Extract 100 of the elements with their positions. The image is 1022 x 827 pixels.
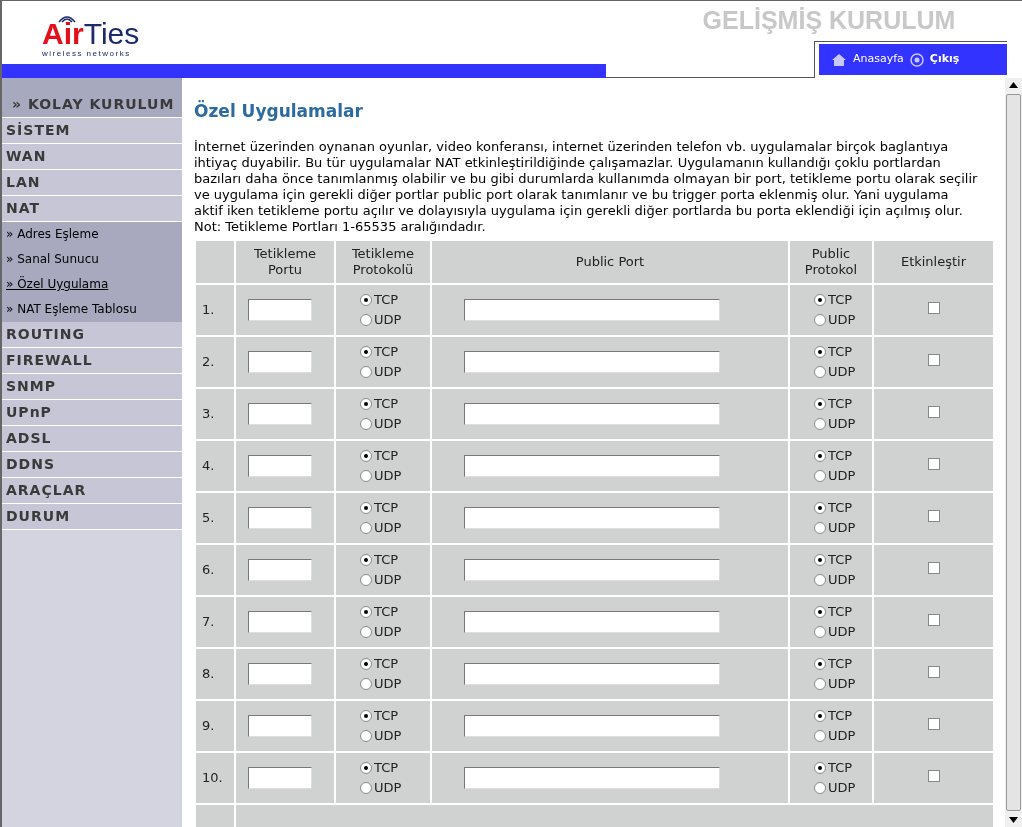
sidebar-item[interactable]: SİSTEM <box>2 118 182 144</box>
radio-button[interactable] <box>814 346 826 358</box>
public-port-input[interactable] <box>464 455 720 477</box>
public-port-input[interactable] <box>464 559 720 581</box>
radio-button[interactable] <box>814 782 826 794</box>
sidebar-subitem[interactable]: » Sanal Sunucu <box>2 247 182 272</box>
radio-button[interactable] <box>814 710 826 722</box>
sidebar-item[interactable]: » KOLAY KURULUM <box>2 90 182 118</box>
enable-checkbox[interactable] <box>927 302 940 315</box>
sidebar-item[interactable]: WAN <box>2 144 182 170</box>
radio-button[interactable] <box>814 574 826 586</box>
trigger-port-input[interactable] <box>248 351 312 373</box>
radio-button[interactable] <box>814 366 826 378</box>
sidebar-subitem[interactable]: » NAT Eşleme Tablosu <box>2 297 182 322</box>
radio-button[interactable] <box>360 450 372 462</box>
column-header: Etkinleştir <box>900 254 967 269</box>
public-port-input[interactable] <box>464 715 720 737</box>
radio-button[interactable] <box>360 346 372 358</box>
sidebar-subitem[interactable]: » Adres Eşleme <box>2 222 182 247</box>
sidebar-item[interactable]: NAT <box>2 196 182 222</box>
radio-button[interactable] <box>814 658 826 670</box>
enable-checkbox[interactable] <box>927 562 940 575</box>
radio-button[interactable] <box>360 522 372 534</box>
sidebar-item[interactable]: ROUTING <box>2 322 182 348</box>
enable-checkbox[interactable] <box>927 614 940 627</box>
trigger-port-input[interactable] <box>248 611 312 633</box>
enable-checkbox[interactable] <box>927 458 940 471</box>
radio-button[interactable] <box>360 730 372 742</box>
sidebar-item[interactable]: SNMP <box>2 374 182 400</box>
scroll-up-icon[interactable] <box>1009 82 1018 88</box>
trigger-port-input[interactable] <box>248 767 312 789</box>
public-port-input[interactable] <box>464 351 720 373</box>
scroll-down-icon[interactable] <box>1009 817 1018 823</box>
radio-button[interactable] <box>814 762 826 774</box>
radio-button[interactable] <box>360 366 372 378</box>
sidebar-item[interactable]: UPnP <box>2 400 182 426</box>
radio-button[interactable] <box>814 606 826 618</box>
radio-button[interactable] <box>814 294 826 306</box>
radio-button[interactable] <box>814 418 826 430</box>
trigger-port-input[interactable] <box>248 663 312 685</box>
public-port-input[interactable] <box>464 611 720 633</box>
radio-button[interactable] <box>814 398 826 410</box>
radio-button[interactable] <box>360 606 372 618</box>
public-port-input[interactable] <box>464 403 720 425</box>
radio-button[interactable] <box>360 762 372 774</box>
radio-button[interactable] <box>814 678 826 690</box>
radio-label: TCP <box>828 708 853 724</box>
radio-button[interactable] <box>360 782 372 794</box>
trigger-port-input[interactable] <box>248 559 312 581</box>
trigger-port-input[interactable] <box>248 455 312 477</box>
radio-button[interactable] <box>360 314 372 326</box>
enable-checkbox[interactable] <box>927 718 940 731</box>
radio-button[interactable] <box>814 450 826 462</box>
radio-button[interactable] <box>814 626 826 638</box>
scroll-thumb[interactable] <box>1006 94 1021 811</box>
radio-button[interactable] <box>360 710 372 722</box>
radio-button[interactable] <box>360 574 372 586</box>
radio-button[interactable] <box>360 398 372 410</box>
radio-button[interactable] <box>814 730 826 742</box>
sidebar-item[interactable]: ADSL <box>2 426 182 452</box>
description-paragraph: İnternet üzerinden oynanan oyunlar, video konferansı, internet üzerinden telefon vb. uygulamalar birçok baglantıya ihtiyaç duyabilir. Bu tür uygulamalar NAT etkinleştirildiğinde çalışamazlar. Uygulamanın kullandığı çoklu portlardan bazıları daha önce tanımlanmış olabilir ve bu gibi durumlarda kullanımda olmayan bir port, tetikleme portu olarak seçilir ve uygulama için gerekli diğer portlar public port olarak tanımlanır ve bu trigger porta eklenmiş olur. Yani uygulama aktif iken tetikleme portu açılır ve dolayısıyla uygulama için gerekli diğer portlarda bu porta eklendiği için açılmış olur. <box>194 139 979 219</box>
sidebar-item[interactable]: DDNS <box>2 452 182 478</box>
enable-checkbox[interactable] <box>927 510 940 523</box>
sidebar-item[interactable]: FIREWALL <box>2 348 182 374</box>
radio-button[interactable] <box>360 502 372 514</box>
radio-button[interactable] <box>814 502 826 514</box>
radio-label: TCP <box>374 344 399 360</box>
enable-checkbox[interactable] <box>927 354 940 367</box>
radio-button[interactable] <box>814 522 826 534</box>
scrollbar[interactable] <box>1005 78 1022 827</box>
public-port-input[interactable] <box>464 507 720 529</box>
home-link[interactable]: Anasayfa <box>853 51 904 68</box>
public-port-input[interactable] <box>464 299 720 321</box>
sidebar-item[interactable]: DURUM <box>2 504 182 530</box>
radio-button[interactable] <box>814 314 826 326</box>
radio-label: TCP <box>374 448 399 464</box>
trigger-port-input[interactable] <box>248 403 312 425</box>
enable-checkbox[interactable] <box>927 770 940 783</box>
radio-button[interactable] <box>360 554 372 566</box>
radio-button[interactable] <box>814 470 826 482</box>
public-port-input[interactable] <box>464 767 720 789</box>
radio-button[interactable] <box>814 554 826 566</box>
enable-checkbox[interactable] <box>927 666 940 679</box>
enable-checkbox[interactable] <box>927 406 940 419</box>
radio-button[interactable] <box>360 626 372 638</box>
trigger-port-input[interactable] <box>248 299 312 321</box>
radio-button[interactable] <box>360 418 372 430</box>
sidebar-item[interactable]: LAN <box>2 170 182 196</box>
signal-arcs-icon <box>56 13 78 23</box>
radio-button[interactable] <box>360 294 372 306</box>
trigger-port-input[interactable] <box>248 715 312 737</box>
logout-link[interactable]: Çıkış <box>929 51 960 68</box>
radio-label: TCP <box>828 448 853 464</box>
radio-button[interactable] <box>360 470 372 482</box>
sidebar-subitem[interactable]: » Özel Uygulama <box>2 272 182 297</box>
public-port-input[interactable] <box>464 663 720 685</box>
trigger-port-input[interactable] <box>248 507 312 529</box>
radio-button[interactable] <box>360 658 372 670</box>
sidebar-item[interactable]: ARAÇLAR <box>2 478 182 504</box>
radio-button[interactable] <box>360 678 372 690</box>
